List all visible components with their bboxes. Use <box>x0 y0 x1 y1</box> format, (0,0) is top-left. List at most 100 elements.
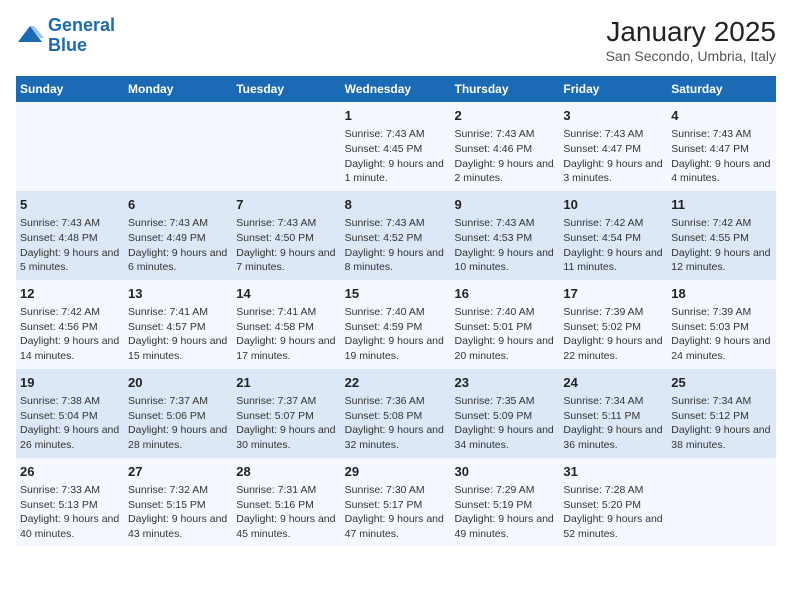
cell-info: Sunrise: 7:43 AM Sunset: 4:48 PM Dayligh… <box>20 216 120 275</box>
location: San Secondo, Umbria, Italy <box>606 48 776 64</box>
cell-info: Sunrise: 7:43 AM Sunset: 4:46 PM Dayligh… <box>455 127 556 186</box>
week-row-5: 26 Sunrise: 7:33 AM Sunset: 5:13 PM Dayli… <box>16 458 776 547</box>
calendar-cell: 21 Sunrise: 7:37 AM Sunset: 5:07 PM Dayli… <box>232 369 340 458</box>
day-number: 7 <box>236 196 336 214</box>
day-number: 4 <box>671 107 772 125</box>
calendar-cell: 6 Sunrise: 7:43 AM Sunset: 4:49 PM Daylig… <box>124 191 232 280</box>
calendar-table: SundayMondayTuesdayWednesdayThursdayFrid… <box>16 76 776 547</box>
calendar-cell <box>16 102 124 191</box>
cell-info: Sunrise: 7:43 AM Sunset: 4:50 PM Dayligh… <box>236 216 336 275</box>
day-number: 1 <box>345 107 447 125</box>
calendar-cell: 19Sunrise: 7:38 AM Sunset: 5:04 PM Dayli… <box>16 369 124 458</box>
weekday-sunday: Sunday <box>16 76 124 102</box>
day-number: 14 <box>236 285 336 303</box>
calendar-cell: 31Sunrise: 7:28 AM Sunset: 5:20 PM Dayli… <box>559 458 667 547</box>
day-number: 18 <box>671 285 772 303</box>
calendar-cell: 15 Sunrise: 7:40 AM Sunset: 4:59 PM Dayli… <box>341 280 451 369</box>
day-number: 22 <box>345 374 447 392</box>
day-number: 27 <box>128 463 228 481</box>
day-number: 17 <box>563 285 663 303</box>
day-number: 5 <box>20 196 120 214</box>
day-number: 20 <box>128 374 228 392</box>
cell-info: Sunrise: 7:40 AM Sunset: 5:01 PM Dayligh… <box>455 305 556 364</box>
logo-text: General Blue <box>48 16 115 56</box>
cell-info: Sunrise: 7:30 AM Sunset: 5:17 PM Dayligh… <box>345 483 447 542</box>
cell-info: Sunrise: 7:42 AM Sunset: 4:56 PM Dayligh… <box>20 305 120 364</box>
day-number: 10 <box>563 196 663 214</box>
weekday-monday: Monday <box>124 76 232 102</box>
cell-info: Sunrise: 7:37 AM Sunset: 5:07 PM Dayligh… <box>236 394 336 453</box>
month-title: January 2025 <box>606 16 776 48</box>
weekday-thursday: Thursday <box>451 76 560 102</box>
day-number: 19 <box>20 374 120 392</box>
weekday-tuesday: Tuesday <box>232 76 340 102</box>
cell-info: Sunrise: 7:43 AM Sunset: 4:53 PM Dayligh… <box>455 216 556 275</box>
cell-info: Sunrise: 7:39 AM Sunset: 5:02 PM Dayligh… <box>563 305 663 364</box>
calendar-cell: 30 Sunrise: 7:29 AM Sunset: 5:19 PM Dayli… <box>451 458 560 547</box>
calendar-cell: 11Sunrise: 7:42 AM Sunset: 4:55 PM Dayli… <box>667 191 776 280</box>
cell-info: Sunrise: 7:34 AM Sunset: 5:12 PM Dayligh… <box>671 394 772 453</box>
cell-info: Sunrise: 7:42 AM Sunset: 4:54 PM Dayligh… <box>563 216 663 275</box>
calendar-cell: 17 Sunrise: 7:39 AM Sunset: 5:02 PM Dayli… <box>559 280 667 369</box>
calendar-cell: 13 Sunrise: 7:41 AM Sunset: 4:57 PM Dayli… <box>124 280 232 369</box>
calendar-cell: 20 Sunrise: 7:37 AM Sunset: 5:06 PM Dayli… <box>124 369 232 458</box>
day-number: 21 <box>236 374 336 392</box>
cell-info: Sunrise: 7:33 AM Sunset: 5:13 PM Dayligh… <box>20 483 120 542</box>
day-number: 12 <box>20 285 120 303</box>
day-number: 26 <box>20 463 120 481</box>
cell-info: Sunrise: 7:31 AM Sunset: 5:16 PM Dayligh… <box>236 483 336 542</box>
logo-icon <box>16 22 44 50</box>
calendar-cell: 14 Sunrise: 7:41 AM Sunset: 4:58 PM Dayli… <box>232 280 340 369</box>
week-row-2: 5 Sunrise: 7:43 AM Sunset: 4:48 PM Daylig… <box>16 191 776 280</box>
title-block: January 2025 San Secondo, Umbria, Italy <box>606 16 776 64</box>
cell-info: Sunrise: 7:29 AM Sunset: 5:19 PM Dayligh… <box>455 483 556 542</box>
cell-info: Sunrise: 7:41 AM Sunset: 4:57 PM Dayligh… <box>128 305 228 364</box>
calendar-cell: 23Sunrise: 7:35 AM Sunset: 5:09 PM Dayli… <box>451 369 560 458</box>
calendar-cell: 25Sunrise: 7:34 AM Sunset: 5:12 PM Dayli… <box>667 369 776 458</box>
calendar-cell: 5 Sunrise: 7:43 AM Sunset: 4:48 PM Daylig… <box>16 191 124 280</box>
cell-info: Sunrise: 7:43 AM Sunset: 4:49 PM Dayligh… <box>128 216 228 275</box>
cell-info: Sunrise: 7:43 AM Sunset: 4:52 PM Dayligh… <box>345 216 447 275</box>
page-header: General Blue January 2025 San Secondo, U… <box>16 16 776 64</box>
day-number: 8 <box>345 196 447 214</box>
calendar-cell: 1Sunrise: 7:43 AM Sunset: 4:45 PM Daylig… <box>341 102 451 191</box>
calendar-cell: 16Sunrise: 7:40 AM Sunset: 5:01 PM Dayli… <box>451 280 560 369</box>
calendar-cell: 24Sunrise: 7:34 AM Sunset: 5:11 PM Dayli… <box>559 369 667 458</box>
weekday-wednesday: Wednesday <box>341 76 451 102</box>
cell-info: Sunrise: 7:40 AM Sunset: 4:59 PM Dayligh… <box>345 305 447 364</box>
calendar-cell: 3Sunrise: 7:43 AM Sunset: 4:47 PM Daylig… <box>559 102 667 191</box>
weekday-saturday: Saturday <box>667 76 776 102</box>
weekday-row: SundayMondayTuesdayWednesdayThursdayFrid… <box>16 76 776 102</box>
logo-line1: General <box>48 15 115 35</box>
calendar-cell: 28 Sunrise: 7:31 AM Sunset: 5:16 PM Dayli… <box>232 458 340 547</box>
day-number: 15 <box>345 285 447 303</box>
logo-line2: Blue <box>48 35 87 55</box>
cell-info: Sunrise: 7:35 AM Sunset: 5:09 PM Dayligh… <box>455 394 556 453</box>
day-number: 2 <box>455 107 556 125</box>
logo: General Blue <box>16 16 115 56</box>
week-row-1: 1Sunrise: 7:43 AM Sunset: 4:45 PM Daylig… <box>16 102 776 191</box>
day-number: 24 <box>563 374 663 392</box>
day-number: 6 <box>128 196 228 214</box>
week-row-3: 12 Sunrise: 7:42 AM Sunset: 4:56 PM Dayli… <box>16 280 776 369</box>
cell-info: Sunrise: 7:36 AM Sunset: 5:08 PM Dayligh… <box>345 394 447 453</box>
calendar-cell: 2 Sunrise: 7:43 AM Sunset: 4:46 PM Daylig… <box>451 102 560 191</box>
calendar-cell <box>667 458 776 547</box>
cell-info: Sunrise: 7:41 AM Sunset: 4:58 PM Dayligh… <box>236 305 336 364</box>
day-number: 13 <box>128 285 228 303</box>
calendar-cell <box>124 102 232 191</box>
calendar-cell: 4Sunrise: 7:43 AM Sunset: 4:47 PM Daylig… <box>667 102 776 191</box>
day-number: 30 <box>455 463 556 481</box>
week-row-4: 19Sunrise: 7:38 AM Sunset: 5:04 PM Dayli… <box>16 369 776 458</box>
calendar-cell: 8 Sunrise: 7:43 AM Sunset: 4:52 PM Daylig… <box>341 191 451 280</box>
day-number: 3 <box>563 107 663 125</box>
calendar-cell: 18 Sunrise: 7:39 AM Sunset: 5:03 PM Dayli… <box>667 280 776 369</box>
day-number: 28 <box>236 463 336 481</box>
cell-info: Sunrise: 7:39 AM Sunset: 5:03 PM Dayligh… <box>671 305 772 364</box>
day-number: 11 <box>671 196 772 214</box>
day-number: 9 <box>455 196 556 214</box>
cell-info: Sunrise: 7:32 AM Sunset: 5:15 PM Dayligh… <box>128 483 228 542</box>
cell-info: Sunrise: 7:28 AM Sunset: 5:20 PM Dayligh… <box>563 483 663 542</box>
cell-info: Sunrise: 7:37 AM Sunset: 5:06 PM Dayligh… <box>128 394 228 453</box>
calendar-header: SundayMondayTuesdayWednesdayThursdayFrid… <box>16 76 776 102</box>
